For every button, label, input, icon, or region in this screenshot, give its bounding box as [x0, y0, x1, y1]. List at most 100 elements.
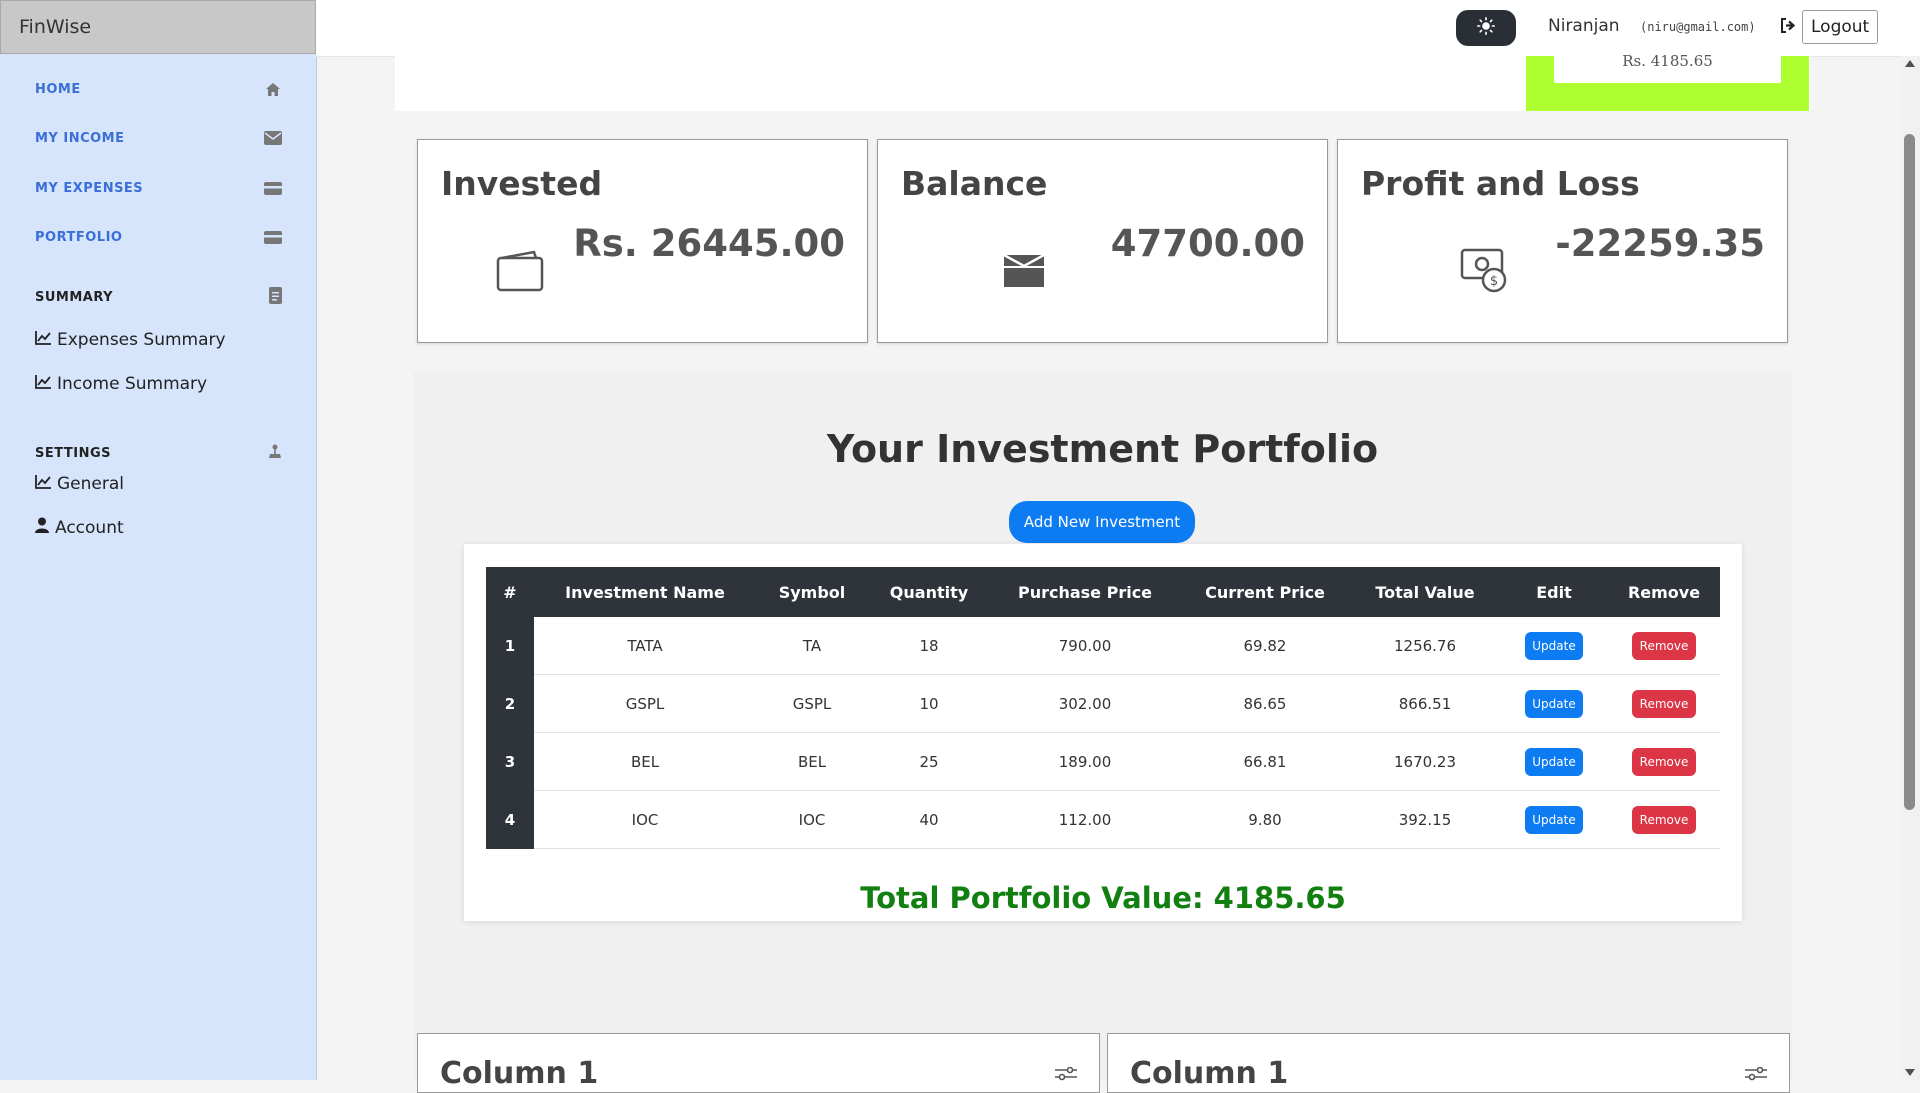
investment-name: GSPL	[534, 674, 756, 733]
invested-card-title: Invested	[441, 164, 603, 203]
column-header: Remove	[1608, 567, 1720, 617]
investment-quantity: 25	[868, 732, 990, 791]
credit-card-icon	[264, 228, 282, 246]
row-index: 4	[486, 790, 534, 849]
investment-name: TATA	[534, 617, 756, 675]
sidebar-item-label: PORTFOLIO	[35, 229, 123, 245]
sidebar-item-label: MY INCOME	[35, 130, 125, 146]
column-header: Edit	[1500, 567, 1608, 617]
sun-icon	[1477, 17, 1496, 39]
investment-symbol: BEL	[756, 732, 868, 791]
portfolio-title: Your Investment Portfolio	[826, 427, 1379, 471]
table-row: 2 GSPL GSPL 10 302.00 86.65 866.51 Updat…	[486, 674, 1720, 733]
update-button[interactable]: Update	[1525, 747, 1583, 776]
logout-button[interactable]: Logout	[1802, 10, 1879, 44]
column-header: Current Price	[1180, 567, 1350, 617]
topbar: Niranjan (niru@gmail.com) Logout	[316, 0, 1920, 57]
row-index: 2	[486, 674, 534, 733]
profit-loss-card: Profit and Loss -22259.35 $	[1337, 139, 1788, 343]
bottom-card-title: Column 1	[440, 1056, 599, 1091]
total-value: 1670.23	[1350, 732, 1500, 791]
portfolio-value-highlight: Rs. 4185.65	[1526, 54, 1809, 111]
investment-symbol: TA	[756, 617, 868, 675]
sidebar-item-label: MY EXPENSES	[35, 180, 144, 196]
current-price: 86.65	[1180, 674, 1350, 733]
table-row: 1 TATA TA 18 790.00 69.82 1256.76 Update…	[486, 617, 1720, 675]
sidebar-item-portfolio[interactable]: PORTFOLIO	[35, 228, 282, 246]
sidebar-link-label: Income Summary	[57, 374, 208, 394]
sidebar-item-label: HOME	[35, 81, 81, 97]
settings-heading: SETTINGS	[35, 443, 282, 463]
wallet-filled-icon	[1001, 252, 1047, 294]
portfolio-value-badge: Rs. 4185.65	[1554, 54, 1781, 83]
sidebar-item-home[interactable]: HOME	[35, 80, 282, 98]
document-icon	[269, 287, 282, 308]
scroll-up-arrow-icon[interactable]	[1905, 60, 1915, 67]
column-header: Investment Name	[534, 567, 756, 617]
remove-button[interactable]: Remove	[1632, 631, 1696, 660]
add-investment-button[interactable]: Add New Investment	[1009, 501, 1195, 543]
sidebar-link-general[interactable]: General	[35, 474, 124, 494]
summary-heading: SUMMARY	[35, 287, 282, 308]
sliders-icon[interactable]	[1745, 1066, 1767, 1085]
total-value: 866.51	[1350, 674, 1500, 733]
row-index: 1	[486, 617, 534, 675]
update-button[interactable]: Update	[1525, 805, 1583, 834]
chart-line-icon	[35, 474, 51, 494]
investment-quantity: 10	[868, 674, 990, 733]
chart-line-icon	[35, 330, 51, 350]
sidebar-link-expenses-summary[interactable]: Expenses Summary	[35, 330, 226, 350]
profit-loss-card-value: -22259.35	[1555, 222, 1765, 265]
invested-card-value: Rs. 26445.00	[573, 222, 845, 265]
column-header: #	[486, 567, 534, 617]
total-value: 1256.76	[1350, 617, 1500, 675]
table-header-row: # Investment Name Symbol Quantity Purcha…	[486, 567, 1720, 617]
remove-button[interactable]: Remove	[1632, 747, 1696, 776]
wallet-icon	[496, 250, 544, 296]
bottom-card-left: Column 1	[417, 1033, 1100, 1093]
purchase-price: 189.00	[990, 732, 1180, 791]
total-portfolio-value: Total Portfolio Value: 4185.65	[860, 881, 1346, 915]
svg-text:$: $	[1490, 274, 1498, 289]
sidebar-link-account[interactable]: Account	[35, 517, 124, 538]
balance-card-value: 47700.00	[1110, 222, 1305, 265]
remove-button[interactable]: Remove	[1632, 689, 1696, 718]
update-button[interactable]: Update	[1525, 631, 1583, 660]
page-scrollbar[interactable]	[1900, 56, 1920, 1080]
sidebar-item-my-expenses[interactable]: MY EXPENSES	[35, 179, 282, 197]
portfolio-section: Your Investment Portfolio Add New Invest…	[413, 372, 1792, 1080]
balance-card: Balance 47700.00	[877, 139, 1328, 343]
investment-table: # Investment Name Symbol Quantity Purcha…	[486, 567, 1720, 849]
home-icon	[264, 80, 282, 98]
investment-table-card: # Investment Name Symbol Quantity Purcha…	[464, 544, 1742, 921]
current-price: 9.80	[1180, 790, 1350, 849]
scroll-down-arrow-icon[interactable]	[1905, 1069, 1915, 1076]
profit-loss-card-title: Profit and Loss	[1361, 164, 1640, 203]
bottom-card-title: Column 1	[1130, 1056, 1289, 1091]
user-icon	[35, 517, 49, 538]
investment-name: IOC	[534, 790, 756, 849]
column-header: Purchase Price	[990, 567, 1180, 617]
credit-card-icon	[264, 179, 282, 197]
brand-logo[interactable]: FinWise	[0, 0, 316, 54]
investment-quantity: 18	[868, 617, 990, 675]
sidebar-item-my-income[interactable]: MY INCOME	[35, 129, 282, 147]
investment-name: BEL	[534, 732, 756, 791]
remove-button[interactable]: Remove	[1632, 805, 1696, 834]
column-header: Symbol	[756, 567, 868, 617]
invested-card: Invested Rs. 26445.00	[417, 139, 868, 343]
chart-line-icon	[35, 374, 51, 394]
row-index: 3	[486, 732, 534, 791]
column-header: Quantity	[868, 567, 990, 617]
sliders-icon[interactable]	[1055, 1066, 1077, 1085]
current-price: 66.81	[1180, 732, 1350, 791]
update-button[interactable]: Update	[1525, 689, 1583, 718]
investment-symbol: IOC	[756, 790, 868, 849]
table-row: 4 IOC IOC 40 112.00 9.80 392.15 Update R…	[486, 790, 1720, 849]
sidebar-link-income-summary[interactable]: Income Summary	[35, 374, 207, 394]
sidebar: FinWise HOME MY INCOME MY EXPENSES PORTF…	[0, 0, 317, 1080]
money-bill-icon: $	[1460, 246, 1510, 298]
theme-toggle-button[interactable]	[1456, 10, 1516, 46]
sign-out-icon	[1780, 18, 1797, 37]
scrollbar-thumb[interactable]	[1904, 134, 1915, 810]
